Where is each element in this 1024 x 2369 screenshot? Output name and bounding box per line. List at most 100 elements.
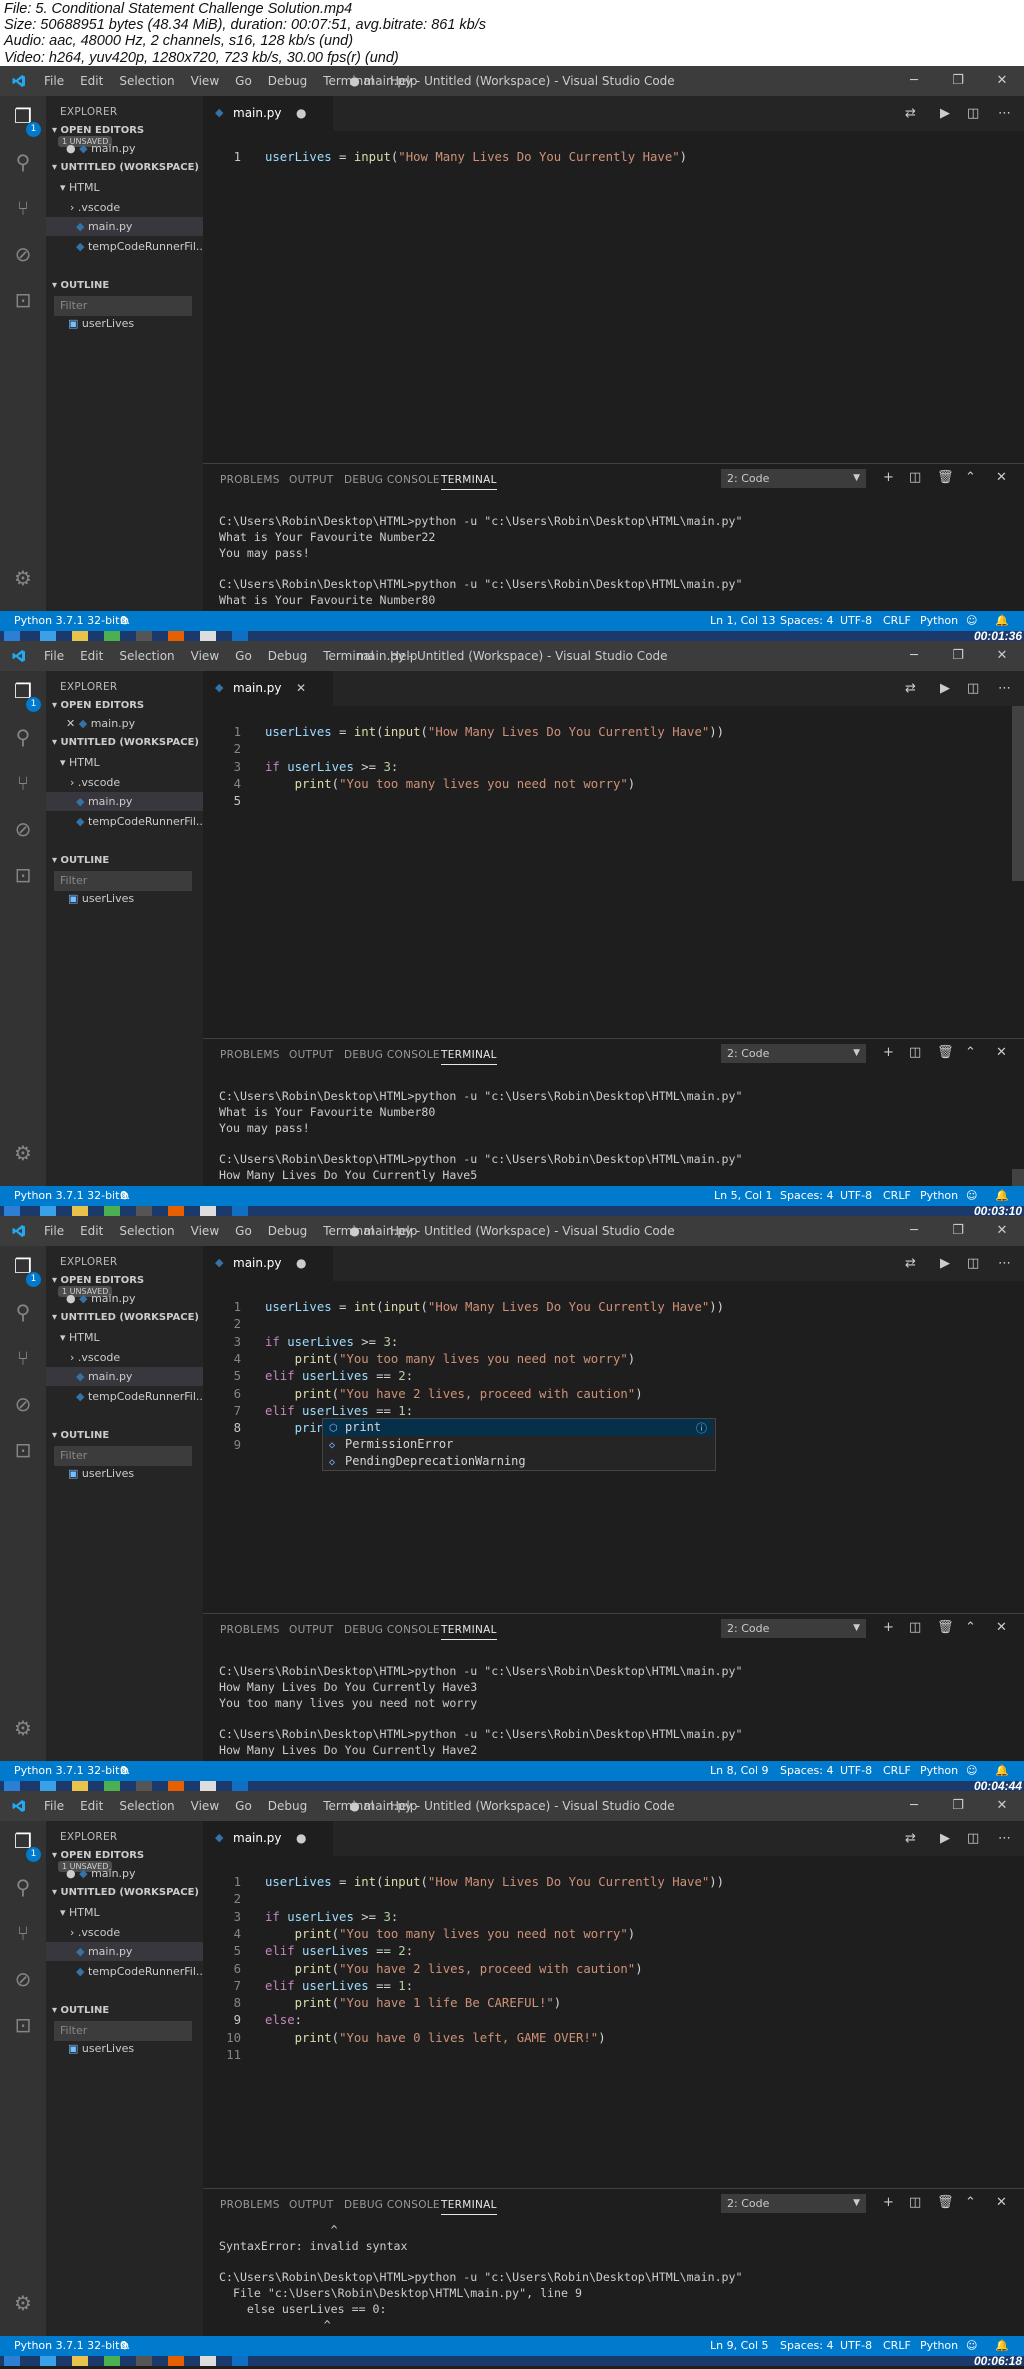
terminal-scrollbar[interactable] — [1012, 1169, 1024, 1187]
tab-terminal[interactable]: TERMINAL — [441, 1624, 497, 1640]
menu-item[interactable]: File — [36, 1791, 72, 1821]
menu-item[interactable]: Terminal — [315, 66, 382, 96]
code-line[interactable]: 9 else: — [203, 2012, 1003, 2029]
terminal-select[interactable]: 2: Code ▼ — [721, 1044, 866, 1063]
menu-item[interactable]: View — [183, 1216, 227, 1246]
menu-item[interactable]: Debug — [260, 1791, 315, 1821]
debug-icon[interactable]: ⊘ — [11, 817, 35, 841]
close-window-icon[interactable]: ✕ — [980, 1216, 1024, 1246]
smiley-icon[interactable]: ☺ — [966, 611, 977, 631]
outline-section[interactable]: ▾ OUTLINE — [52, 2005, 109, 2016]
obs-icon[interactable] — [136, 631, 152, 641]
close-panel-icon[interactable]: ✕ — [996, 470, 1007, 485]
menu-item[interactable]: Go — [227, 641, 260, 671]
code-line[interactable]: 1 userLives = input("How Many Lives Do Yo… — [203, 149, 1003, 166]
folder-vscode[interactable]: › .vscode — [70, 1351, 120, 1364]
bell-icon[interactable]: 🔔 — [995, 2336, 1009, 2356]
source-control-icon[interactable]: ⑂ — [11, 771, 35, 795]
tab-debug-console[interactable]: DEBUG CONSOLE — [344, 1624, 440, 1636]
file-main-py[interactable]: ◆ main.py — [76, 220, 132, 233]
python-interpreter[interactable]: Python 3.7.1 32-bit — [14, 1761, 119, 1781]
menu-item[interactable]: Help — [382, 1791, 425, 1821]
app-icon[interactable] — [200, 2356, 216, 2366]
code-line[interactable]: 6 print("You have 2 lives, proceed with … — [203, 1386, 1003, 1403]
tab-main-py[interactable]: ◆ main.py ● — [203, 96, 333, 131]
file-temp-code-runner[interactable]: ◆ tempCodeRunnerFil... — [76, 1390, 206, 1403]
file-main-py[interactable]: ◆ main.py — [76, 1945, 132, 1958]
tab-debug-console[interactable]: DEBUG CONSOLE — [344, 2199, 440, 2211]
folder-vscode[interactable]: › .vscode — [70, 201, 120, 214]
edge-icon[interactable] — [40, 2356, 56, 2366]
code-line[interactable]: 1 userLives = int(input("How Many Lives D… — [203, 1874, 1003, 1891]
close-tab-icon[interactable]: ✕ — [296, 681, 306, 695]
menu-item[interactable]: View — [183, 1791, 227, 1821]
indentation[interactable]: Spaces: 4 — [780, 1761, 833, 1781]
close-panel-icon[interactable]: ✕ — [996, 1045, 1007, 1060]
search-icon[interactable]: ⚲ — [11, 1875, 35, 1899]
open-editor-item[interactable]: ● ◆ main.py — [66, 1292, 136, 1305]
split-editor-icon[interactable]: ◫ — [967, 106, 979, 121]
vscode-taskbar-icon[interactable] — [232, 2356, 248, 2366]
code-editor[interactable]: 1 userLives = int(input("How Many Lives D… — [203, 706, 1024, 1036]
more-actions-icon[interactable]: ⋯ — [998, 106, 1011, 121]
menu-item[interactable]: Edit — [72, 641, 111, 671]
vscode-taskbar-icon[interactable] — [232, 1781, 248, 1791]
file-temp-code-runner[interactable]: ◆ tempCodeRunnerFil... — [76, 815, 206, 828]
workspace-section[interactable]: ▾ UNTITLED (WORKSPACE) — [52, 737, 199, 748]
language-mode[interactable]: Python — [920, 2336, 958, 2356]
cursor-position[interactable]: Ln 8, Col 9 — [710, 1761, 769, 1781]
code-line[interactable]: 10 print("You have 0 lives left, GAME OV… — [203, 2030, 1003, 2047]
tab-terminal[interactable]: TERMINAL — [441, 2199, 497, 2215]
tab-terminal[interactable]: TERMINAL — [441, 1049, 497, 1065]
minimize-icon[interactable]: ─ — [892, 1791, 936, 1821]
tab-terminal[interactable]: TERMINAL — [441, 474, 497, 490]
tab-problems[interactable]: PROBLEMS — [220, 1624, 280, 1636]
folder-html[interactable]: ▾ HTML — [60, 1906, 100, 1919]
open-editors-section[interactable]: ▾ OPEN EDITORS — [52, 700, 144, 711]
folder-html[interactable]: ▾ HTML — [60, 1331, 100, 1344]
tab-problems[interactable]: PROBLEMS — [220, 1049, 280, 1061]
trash-icon[interactable]: 🗑 — [937, 1045, 954, 1060]
windows-start-icon[interactable] — [4, 631, 20, 641]
code-line[interactable]: 8 print("You have 1 life Be CAREFUL!") — [203, 1995, 1003, 2012]
code-line[interactable]: 5 elif userLives == 2: — [203, 1368, 1003, 1385]
code-editor[interactable]: 1 userLives = int(input("How Many Lives D… — [203, 1856, 1024, 2186]
obs-icon[interactable] — [136, 1206, 152, 1216]
vscode-taskbar-icon[interactable] — [232, 1206, 248, 1216]
unsaved-dot-icon[interactable]: ● — [296, 1256, 306, 1270]
menu-item[interactable]: Edit — [72, 66, 111, 96]
outline-filter-input[interactable]: Filter — [54, 296, 192, 316]
firefox-icon[interactable] — [168, 631, 184, 641]
smiley-icon[interactable]: ☺ — [966, 1186, 977, 1206]
python-interpreter[interactable]: Python 3.7.1 32-bit — [14, 2336, 119, 2356]
code-line[interactable]: 4 print("You too many lives you need not… — [203, 776, 1003, 793]
bell-icon[interactable]: 🔔 — [995, 611, 1009, 631]
tab-main-py[interactable]: ◆ main.py ● — [203, 1246, 333, 1281]
trash-icon[interactable]: 🗑 — [937, 1620, 954, 1635]
restore-icon[interactable]: ❐ — [936, 1216, 980, 1246]
indentation[interactable]: Spaces: 4 — [780, 611, 833, 631]
chevron-up-icon[interactable]: ⌃ — [965, 470, 976, 485]
code-line[interactable]: 2 — [203, 1316, 1003, 1333]
terminal-select[interactable]: 2: Code ▼ — [721, 2194, 866, 2213]
menu-item[interactable]: Edit — [72, 1791, 111, 1821]
tab-main-py[interactable]: ◆ main.py ✕ — [203, 671, 333, 706]
add-terminal-icon[interactable]: + — [883, 1620, 894, 1635]
outline-item[interactable]: ▣ userLives — [68, 317, 134, 330]
menu-item[interactable]: Help — [382, 641, 425, 671]
line-ending[interactable]: CRLF — [883, 1186, 911, 1206]
vscode-taskbar-icon[interactable] — [232, 631, 248, 641]
outline-item[interactable]: ▣ userLives — [68, 1467, 134, 1480]
folder-html[interactable]: ▾ HTML — [60, 181, 100, 194]
source-control-icon[interactable]: ⑂ — [11, 196, 35, 220]
smiley-icon[interactable]: ☺ — [966, 1761, 977, 1781]
language-mode[interactable]: Python — [920, 611, 958, 631]
close-panel-icon[interactable]: ✕ — [996, 2195, 1007, 2210]
edge-icon[interactable] — [40, 1781, 56, 1791]
outline-section[interactable]: ▾ OUTLINE — [52, 855, 109, 866]
menu-item[interactable]: Selection — [111, 1791, 182, 1821]
menu-item[interactable]: Go — [227, 1791, 260, 1821]
suggestion-item[interactable]: ◇ PermissionError — [323, 1436, 713, 1453]
code-line[interactable]: 2 — [203, 741, 1003, 758]
menu-item[interactable]: Help — [382, 66, 425, 96]
